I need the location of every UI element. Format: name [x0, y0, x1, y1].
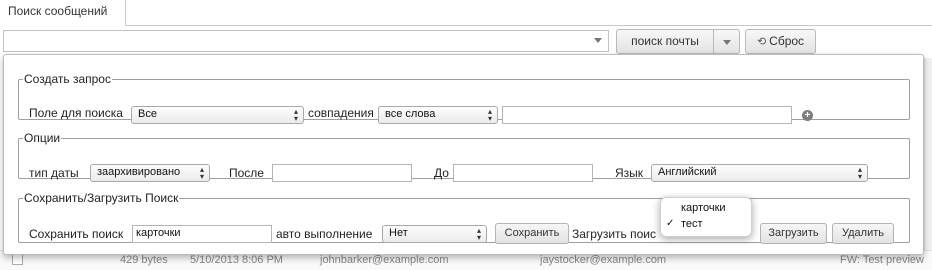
date-type-select[interactable]: заархивировано ▴ ▾: [90, 164, 210, 182]
create-query-legend: Создать запрос: [24, 72, 111, 86]
before-date-input[interactable]: [453, 164, 593, 182]
load-search-label: Загрузить поис: [572, 227, 656, 241]
select-arrows-icon: ▴ ▾: [487, 107, 492, 123]
save-search-label: Сохранить поиск: [29, 227, 124, 241]
save-load-section: Сохранить/Загрузить Поиск Сохранить поис…: [18, 191, 910, 244]
mail-search-label: поиск почты: [631, 34, 699, 48]
dropdown-option[interactable]: карточки: [661, 202, 751, 218]
after-label: После: [229, 166, 264, 180]
reset-label: Сброс: [769, 34, 805, 48]
match-select[interactable]: все слова ▴ ▾: [378, 106, 498, 124]
date-type-value: заархивировано: [97, 166, 181, 178]
save-load-legend: Сохранить/Загрузить Поиск: [24, 191, 179, 205]
autorun-value: Нет: [389, 227, 408, 239]
date-type-label: тип даты: [29, 166, 79, 180]
select-arrows-icon: ▴ ▾: [857, 165, 862, 181]
tab-strip: Поиск сообщений: [0, 0, 932, 27]
refresh-icon: ⟲: [756, 36, 767, 48]
row-size: 429 bytes: [120, 254, 168, 266]
save-button-label: Сохранить: [504, 227, 560, 239]
autorun-label: авто выполнение: [276, 227, 373, 241]
dropdown-option-selected[interactable]: ✓ тест: [661, 218, 751, 234]
mail-search-menu-button[interactable]: [713, 29, 740, 54]
load-search-dropdown: карточки ✓ тест: [660, 197, 752, 237]
reset-button[interactable]: ⟲ Сброс: [745, 29, 816, 54]
after-date-input[interactable]: [272, 164, 412, 182]
row-checkbox[interactable]: [12, 254, 23, 265]
row-subject: FW: Test preview: [840, 254, 924, 266]
save-search-input[interactable]: карточки: [132, 225, 272, 243]
language-value: Английский: [658, 166, 717, 178]
search-field-label: Поле для поиска: [29, 106, 123, 120]
mail-search-button[interactable]: поиск почты: [616, 29, 714, 54]
select-arrows-icon: ▴ ▾: [293, 107, 298, 123]
delete-button-label: Удалить: [842, 227, 884, 239]
row-to: jaystocker@example.com: [540, 254, 667, 266]
options-legend: Опции: [24, 131, 61, 145]
save-search-value: карточки: [136, 227, 181, 239]
load-button[interactable]: Загрузить: [760, 223, 827, 244]
tab-message-search[interactable]: Поиск сообщений: [0, 0, 126, 27]
match-value: все слова: [385, 108, 436, 120]
options-section: Опции тип даты заархивировано ▴ ▾ После Д…: [18, 131, 910, 182]
add-condition-icon[interactable]: +: [802, 110, 813, 121]
language-select[interactable]: Английский ▴ ▾: [651, 164, 868, 182]
tab-label: Поиск сообщений: [8, 4, 108, 18]
create-query-section: Создать запрос Поле для поиска Все ▴ ▾ со…: [18, 72, 910, 124]
language-label: Язык: [615, 166, 644, 180]
match-label: совпадения: [308, 106, 374, 120]
delete-button[interactable]: Удалить: [832, 223, 894, 244]
load-button-label: Загрузить: [768, 227, 819, 239]
search-term-input[interactable]: [502, 106, 792, 124]
background-list-edge: [924, 58, 932, 270]
select-arrows-icon: ▴ ▾: [476, 226, 481, 242]
row-from: johnbarker@example.com: [320, 254, 449, 266]
select-arrows-icon: ▴ ▾: [199, 165, 204, 181]
before-label: До: [434, 166, 449, 180]
option-label: тест: [681, 218, 703, 230]
search-field-select[interactable]: Все ▴ ▾: [131, 106, 304, 124]
row-date: 5/10/2013 8:06 PM: [190, 254, 283, 266]
autorun-select[interactable]: Нет ▴ ▾: [382, 225, 487, 243]
chevron-down-icon[interactable]: [594, 38, 602, 43]
search-input[interactable]: [3, 30, 609, 52]
checkmark-icon: ✓: [666, 218, 675, 229]
advanced-search-panel: Создать запрос Поле для поиска Все ▴ ▾ со…: [3, 54, 924, 255]
option-label: карточки: [681, 202, 726, 214]
search-field-value: Все: [138, 108, 157, 120]
chevron-down-icon: [723, 40, 731, 45]
save-button[interactable]: Сохранить: [495, 223, 569, 244]
